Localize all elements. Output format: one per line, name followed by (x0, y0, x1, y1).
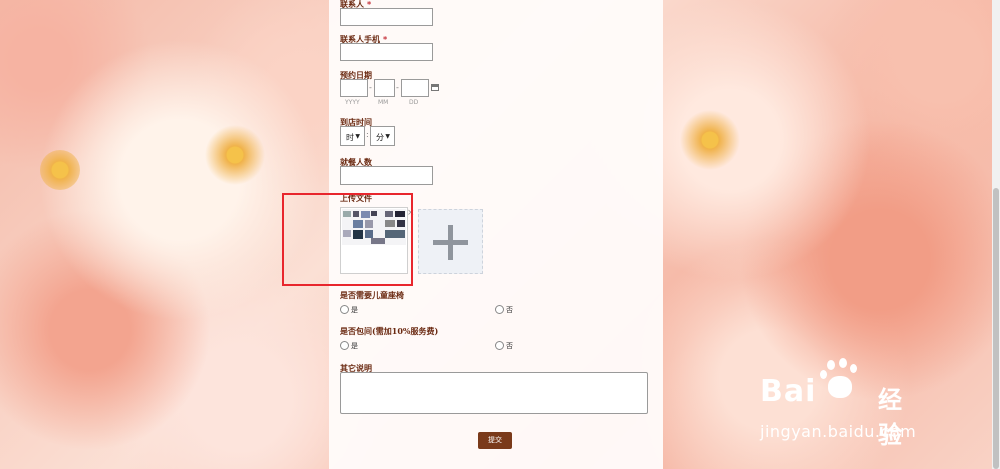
add-file-button[interactable] (418, 209, 483, 274)
hour-select[interactable]: 时 ▼ (340, 126, 365, 146)
diners-input[interactable] (340, 166, 433, 185)
calendar-icon[interactable] (431, 84, 439, 91)
contact-input[interactable] (340, 8, 433, 26)
chevron-down-icon: ▼ (355, 133, 360, 140)
private-room-no-radio[interactable] (495, 341, 504, 350)
child-seat-no-radio[interactable] (495, 305, 504, 314)
date-separator: - (369, 83, 372, 92)
child-seat-no-label: 否 (506, 306, 513, 314)
private-room-label: 是否包间(需加10%服务费) (340, 326, 439, 336)
chevron-down-icon: ▼ (385, 133, 390, 140)
private-room-yes-radio[interactable] (340, 341, 349, 350)
watermark-brand-prefix: Bai (760, 374, 817, 409)
notes-textarea[interactable] (340, 372, 648, 414)
scrollbar-thumb[interactable] (993, 188, 999, 469)
baidu-jingyan-watermark: Bai 经验 jingyan.baidu.com (760, 356, 916, 449)
phone-input[interactable] (340, 43, 433, 61)
submit-button[interactable]: 提交 (478, 432, 512, 449)
flower-decoration (200, 120, 270, 190)
minute-select[interactable]: 分 ▼ (370, 126, 395, 146)
flower-decoration (40, 150, 80, 190)
highlight-box (282, 193, 413, 286)
date-year-input[interactable] (340, 79, 368, 97)
flower-decoration (680, 110, 740, 170)
time-separator: : (366, 130, 369, 139)
year-hint: YYYY (345, 99, 360, 106)
date-separator: - (396, 83, 399, 92)
private-room-no-label: 否 (506, 342, 513, 350)
date-month-input[interactable] (374, 79, 395, 97)
child-seat-yes-radio[interactable] (340, 305, 349, 314)
month-hint: MM (378, 99, 389, 106)
page-scrollbar[interactable] (992, 0, 1000, 469)
child-seat-label: 是否需要儿童座椅 (340, 290, 404, 300)
watermark-brand-suffix: 经验 (878, 386, 902, 449)
day-hint: DD (409, 99, 419, 106)
child-seat-yes-label: 是 (351, 306, 358, 314)
private-room-yes-label: 是 (351, 342, 358, 350)
plus-icon-vertical (448, 225, 453, 260)
baidu-paw-icon (820, 358, 858, 402)
date-day-input[interactable] (401, 79, 429, 97)
